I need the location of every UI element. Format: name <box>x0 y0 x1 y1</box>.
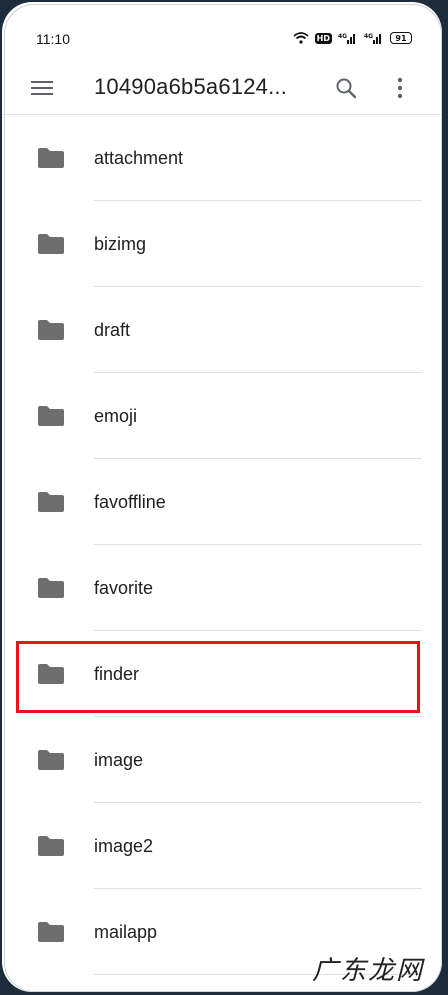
folder-label: image <box>94 750 144 770</box>
svg-text:4G: 4G <box>364 33 373 40</box>
folder-label: emoji <box>94 406 138 426</box>
hd-badge: HD <box>314 32 332 44</box>
status-bar: 11:10 HD 4G 4G 91 <box>2 24 442 54</box>
more-vert-icon <box>397 77 403 99</box>
folder-label: favorite <box>94 578 154 598</box>
svg-text:4G: 4G <box>338 33 347 40</box>
battery-icon: 91 <box>390 32 412 44</box>
folder-icon <box>38 148 64 168</box>
more-options-button[interactable] <box>384 72 416 104</box>
folder-label: mailapp <box>94 922 158 942</box>
phone-screen: 11:10 HD 4G 4G 91 10490a6b5a6124... atta… <box>2 2 442 992</box>
wifi-icon <box>293 32 309 44</box>
folder-icon <box>38 492 64 512</box>
status-time: 11:10 <box>36 31 70 47</box>
folder-list: attachment bizimg draft emoji favoffline favo… <box>2 115 442 975</box>
folder-list-item[interactable]: image <box>2 717 442 803</box>
folder-icon <box>38 406 64 426</box>
folder-list-item[interactable]: favorite <box>2 545 442 631</box>
folder-list-item[interactable]: attachment <box>2 115 442 201</box>
page-title: 10490a6b5a6124... <box>94 74 288 99</box>
search-button[interactable] <box>330 72 362 104</box>
watermark-logo: 广东龙网 <box>312 956 425 986</box>
status-icons: HD 4G 4G 91 <box>293 32 412 44</box>
folder-label: image2 <box>94 836 154 856</box>
highlight-box <box>16 641 420 713</box>
hamburger-menu-icon <box>31 81 53 95</box>
folder-list-item[interactable]: favoffline <box>2 459 442 545</box>
app-toolbar: 10490a6b5a6124... <box>2 62 442 115</box>
folder-label: draft <box>94 320 131 340</box>
cell-signal-icon: 4G <box>338 33 355 44</box>
cell-signal-icon: 4G <box>364 33 381 44</box>
folder-label: favoffline <box>94 492 166 512</box>
folder-list-item[interactable]: emoji <box>2 373 442 459</box>
folder-label: attachment <box>94 148 184 168</box>
menu-button[interactable] <box>26 74 58 102</box>
folder-list-item[interactable]: bizimg <box>2 201 442 287</box>
folder-icon <box>38 750 64 770</box>
folder-icon <box>38 922 64 942</box>
folder-list-item[interactable]: image2 <box>2 803 442 889</box>
folder-icon <box>38 234 64 254</box>
folder-list-item[interactable]: draft <box>2 287 442 373</box>
search-icon <box>336 78 357 99</box>
folder-icon <box>38 320 64 340</box>
folder-label: bizimg <box>94 234 147 254</box>
folder-icon <box>38 578 64 598</box>
folder-icon <box>38 836 64 856</box>
